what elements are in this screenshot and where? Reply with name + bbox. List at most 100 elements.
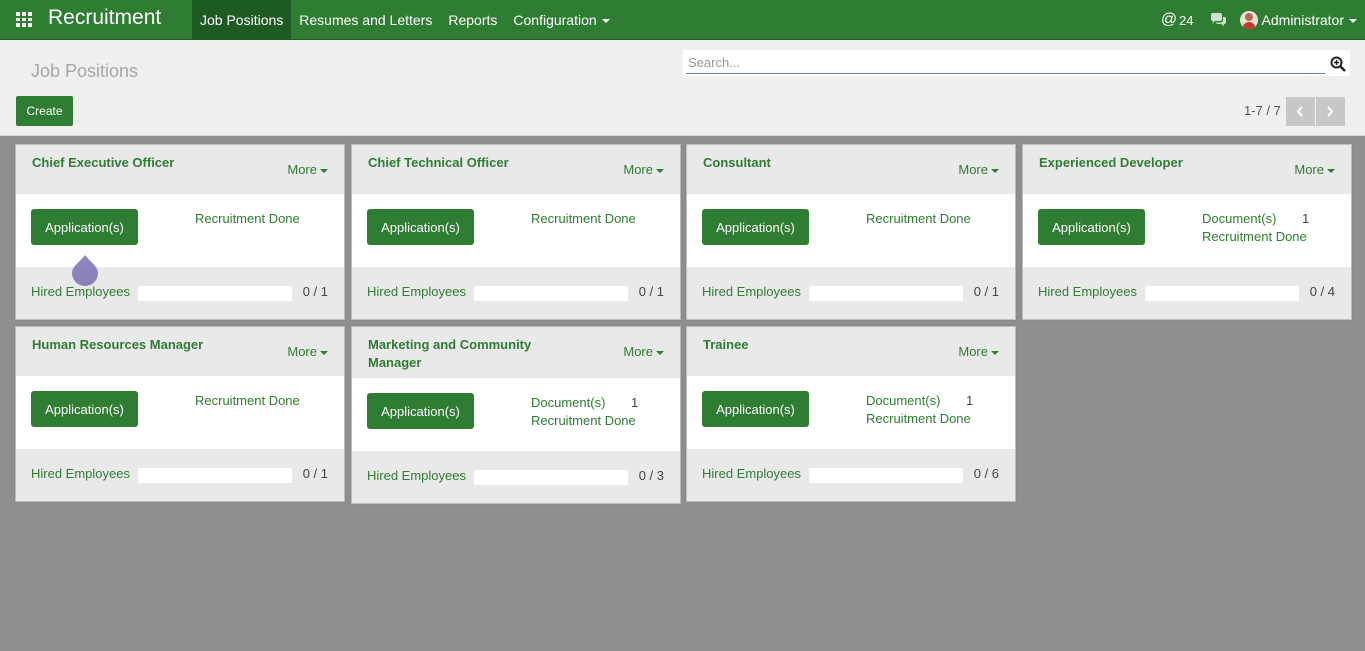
documents-count: 1 [1302,211,1310,226]
user-avatar[interactable] [1239,11,1258,29]
applications-button[interactable]: Application(s) [702,391,809,427]
card-header: Experienced Developer More [1023,145,1351,194]
menu-reports[interactable]: Reports [440,0,505,40]
job-title[interactable]: Chief Technical Officer [368,154,598,172]
more-dropdown[interactable]: More [958,344,999,359]
control-panel: Job Positions Create 1-7 / 7 [0,40,1365,136]
caret-down-icon [320,168,328,173]
hired-count: 0 / 1 [302,284,328,299]
at-sign-icon[interactable]: @ [1161,11,1177,29]
user-name: Administrator [1261,12,1344,28]
more-label: More [958,162,988,177]
applications-button[interactable]: Application(s) [367,393,474,429]
search-bar [683,50,1350,76]
message-count[interactable]: 24 [1179,13,1193,28]
caret-down-icon [656,168,664,173]
recruitment-done-link[interactable]: Recruitment Done [195,393,300,408]
documents-link[interactable]: Document(s) [531,395,605,410]
card-body: Application(s) Document(s) 1 Recruitment… [352,378,680,451]
recruitment-done-link[interactable]: Recruitment Done [1202,229,1307,244]
recruitment-done-link[interactable]: Recruitment Done [531,413,636,428]
main-menu: Job Positions Resumes and Letters Report… [192,0,618,40]
menu-configuration[interactable]: Configuration [505,0,617,40]
applications-button[interactable]: Application(s) [31,391,138,427]
card-header: Marketing and Community Manager More [352,327,680,378]
chat-icon[interactable] [1210,13,1226,27]
caret-down-icon [1349,19,1357,24]
card-header: Chief Technical Officer More [352,145,680,194]
applications-button[interactable]: Application(s) [367,209,474,245]
applications-button[interactable]: Application(s) [1038,209,1145,245]
job-card-human-resources-manager: Human Resources Manager More Application… [15,326,345,502]
card-header: Chief Executive Officer More [16,145,344,194]
job-card-trainee: Trainee More Application(s) Document(s) … [686,326,1016,502]
recruitment-done-link[interactable]: Recruitment Done [195,211,300,226]
search-icon[interactable] [1330,56,1346,72]
recruitment-done-link[interactable]: Recruitment Done [531,211,636,226]
more-dropdown[interactable]: More [958,162,999,177]
job-card-marketing-and-community-manager: Marketing and Community Manager More App… [351,326,681,504]
hired-progress-bar [138,286,292,301]
menu-resumes-and-letters[interactable]: Resumes and Letters [291,0,440,40]
documents-link[interactable]: Document(s) [866,393,940,408]
more-dropdown[interactable]: More [287,344,328,359]
chevron-right-icon [1327,106,1334,117]
more-dropdown[interactable]: More [1294,162,1335,177]
hired-progress-bar [809,286,963,301]
card-footer: Hired Employees 0 / 6 [687,449,1015,501]
menu-label: Configuration [513,12,597,28]
user-menu[interactable]: Administrator [1262,12,1357,28]
top-navbar: Recruitment Job Positions Resumes and Le… [0,0,1365,40]
job-card-chief-technical-officer: Chief Technical Officer More Application… [351,144,681,320]
more-dropdown[interactable]: More [623,344,664,359]
hired-employees-label[interactable]: Hired Employees [1038,284,1137,299]
recruitment-done-link[interactable]: Recruitment Done [866,411,971,426]
hired-employees-label[interactable]: Hired Employees [367,468,466,483]
job-title[interactable]: Experienced Developer [1039,154,1269,172]
caret-down-icon [656,350,664,355]
job-title[interactable]: Trainee [703,336,933,354]
job-card-chief-executive-officer: Chief Executive Officer More Application… [15,144,345,320]
more-label: More [958,344,988,359]
hired-employees-label[interactable]: Hired Employees [702,284,801,299]
hired-progress-bar [1145,286,1299,301]
card-header: Consultant More [687,145,1015,194]
job-title[interactable]: Human Resources Manager [32,336,262,354]
card-body: Application(s) Recruitment Done [16,376,344,449]
card-body: Application(s) Recruitment Done [687,194,1015,267]
documents-link[interactable]: Document(s) [1202,211,1276,226]
hired-employees-label[interactable]: Hired Employees [367,284,466,299]
documents-count: 1 [966,393,974,408]
card-header: Trainee More [687,327,1015,376]
applications-button[interactable]: Application(s) [31,209,138,245]
search-input[interactable] [686,52,1325,74]
hired-progress-bar [138,468,292,483]
chevron-left-icon [1296,106,1303,117]
pager-next-button[interactable] [1316,97,1345,126]
create-button[interactable]: Create [16,96,73,126]
more-label: More [287,344,317,359]
apps-grid-icon[interactable] [16,12,33,27]
job-title[interactable]: Chief Executive Officer [32,154,262,172]
job-title[interactable]: Marketing and Community Manager [368,336,558,372]
pager-previous-button[interactable] [1286,97,1315,126]
hired-count: 0 / 1 [973,284,999,299]
more-dropdown[interactable]: More [287,162,328,177]
caret-down-icon [601,19,610,24]
more-label: More [1294,162,1324,177]
hired-employees-label[interactable]: Hired Employees [702,466,801,481]
more-dropdown[interactable]: More [623,162,664,177]
hired-employees-label[interactable]: Hired Employees [31,284,130,299]
recruitment-done-link[interactable]: Recruitment Done [866,211,971,226]
menu-job-positions[interactable]: Job Positions [192,0,292,40]
card-footer: Hired Employees 0 / 1 [687,267,1015,319]
more-label: More [623,162,653,177]
hired-count: 0 / 1 [638,284,664,299]
pager-value[interactable]: 1-7 / 7 [1244,103,1281,118]
hired-progress-bar [474,286,628,301]
caret-down-icon [320,350,328,355]
hired-employees-label[interactable]: Hired Employees [31,466,130,481]
applications-button[interactable]: Application(s) [702,209,809,245]
job-title[interactable]: Consultant [703,154,933,172]
hired-count: 0 / 1 [302,466,328,481]
